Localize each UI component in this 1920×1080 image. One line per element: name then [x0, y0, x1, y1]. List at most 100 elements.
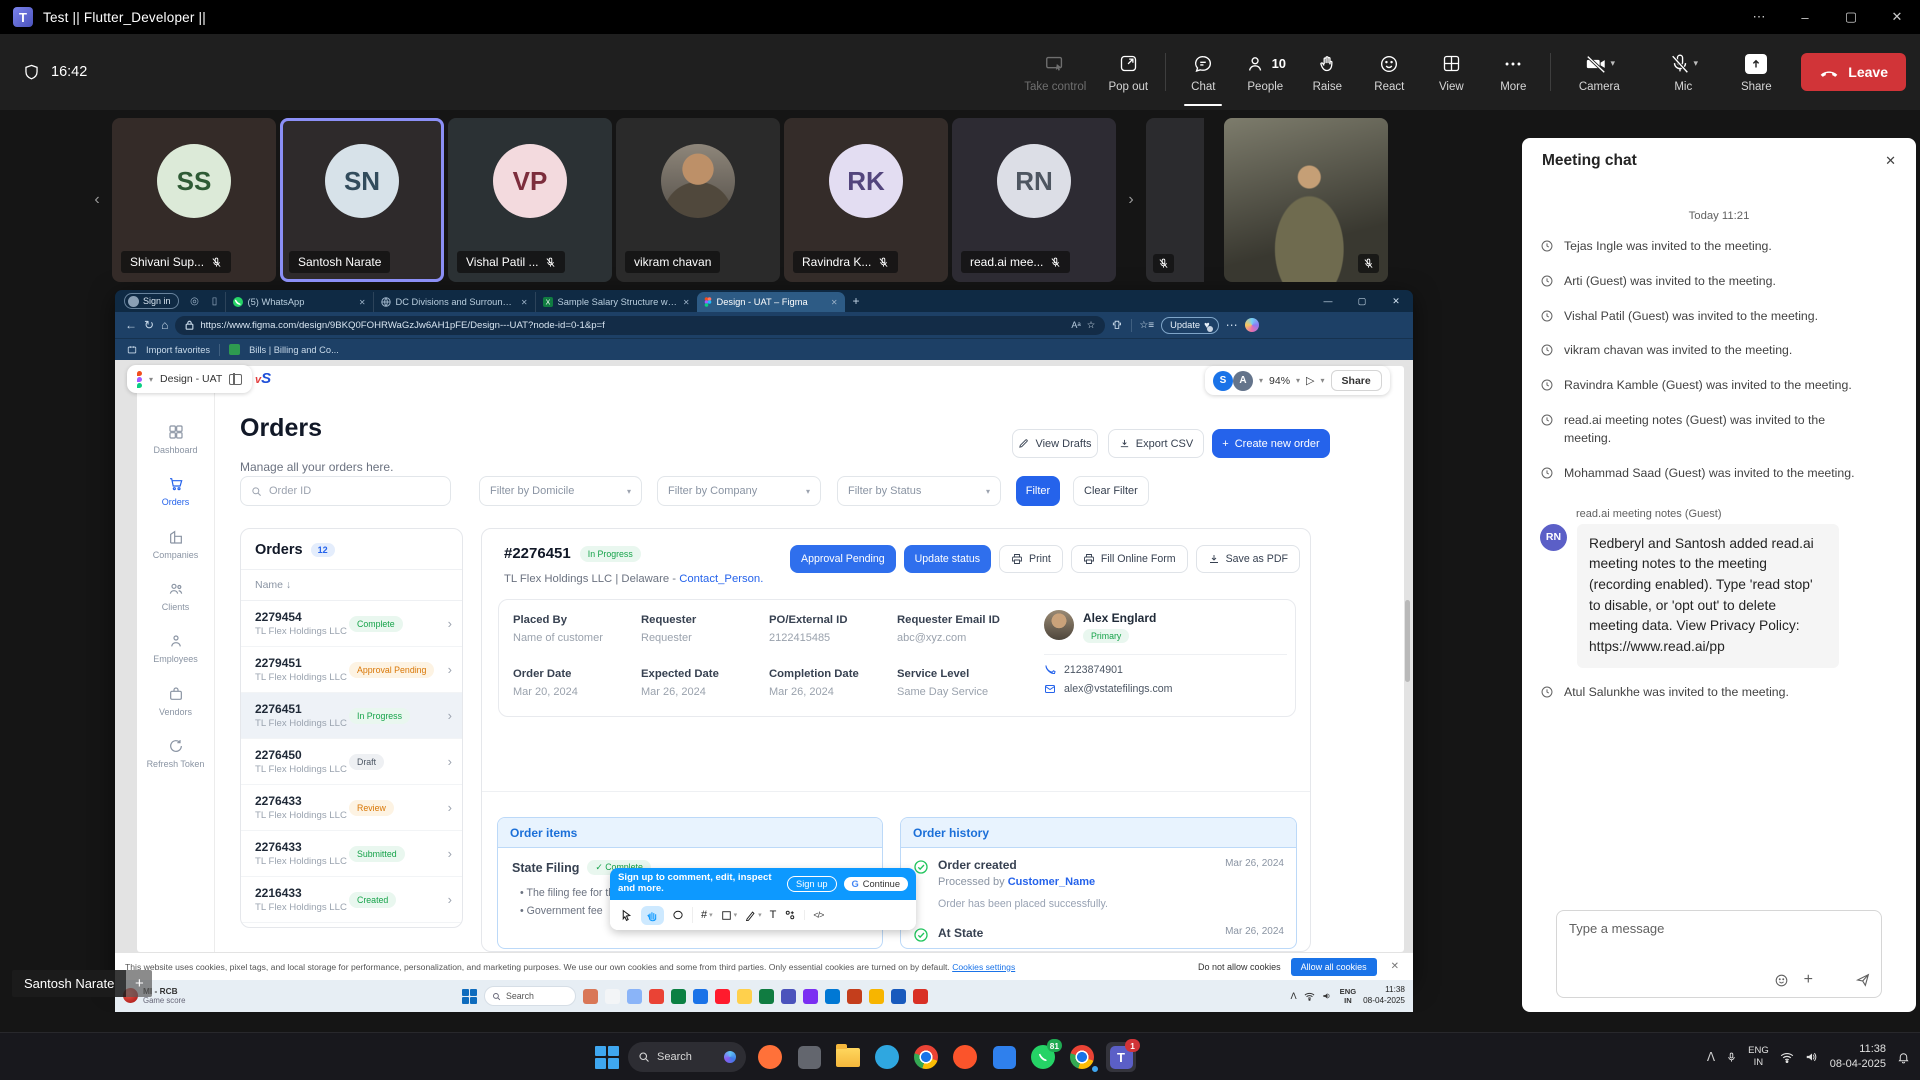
tab-close-icon[interactable]: ✕: [359, 298, 366, 307]
chrome-profile-taskbar-icon[interactable]: [1067, 1042, 1097, 1072]
shape-tool-icon[interactable]: ▾: [721, 910, 738, 921]
fill-online-form-button[interactable]: Fill Online Form: [1071, 545, 1188, 573]
participant-tile[interactable]: vikram chavan: [616, 118, 780, 282]
windows-start-button[interactable]: [594, 1045, 619, 1070]
mic-button[interactable]: ▾ Mic: [1641, 34, 1725, 110]
sidebar-item-dashboard[interactable]: Dashboard: [140, 424, 212, 455]
browser-tab-dc-divisions[interactable]: DC Divisions and Surroundings✕: [373, 292, 535, 312]
update-status-button[interactable]: Update status: [904, 545, 991, 573]
volume-icon[interactable]: [1805, 1051, 1819, 1063]
language-indicator[interactable]: ENGIN: [1748, 1045, 1769, 1069]
taskbar-app-icon[interactable]: [605, 989, 620, 1004]
firefox-taskbar-icon[interactable]: [755, 1042, 785, 1072]
deny-cookies-button[interactable]: Do not allow cookies: [1198, 962, 1281, 972]
gray-app-taskbar-icon[interactable]: [794, 1042, 824, 1072]
take-control-button[interactable]: Take control: [1013, 34, 1097, 110]
order-list-row[interactable]: 2276433 TL Flex Holdings LLC Review ›: [241, 785, 462, 831]
browser-close-button[interactable]: ✕: [1379, 296, 1413, 307]
present-chevron-icon[interactable]: ▾: [1321, 376, 1325, 385]
participant-tile-partial[interactable]: [1146, 118, 1204, 282]
react-button[interactable]: React: [1358, 34, 1420, 110]
taskbar-app-icon[interactable]: [891, 989, 906, 1004]
mic-in-use-icon[interactable]: [1726, 1051, 1737, 1064]
order-list-row[interactable]: 2216433 TL Flex Holdings LLC Created ›: [241, 877, 462, 923]
new-tab-button[interactable]: +: [853, 294, 860, 308]
share-button[interactable]: Share: [1725, 34, 1787, 110]
figma-menu-chevron-icon[interactable]: ▾: [149, 375, 153, 384]
filter-button[interactable]: Filter: [1016, 476, 1060, 506]
tab-close-icon[interactable]: ✕: [831, 298, 838, 307]
tray-chevron-icon[interactable]: ᐱ: [1290, 991, 1296, 1002]
brave-taskbar-icon[interactable]: [950, 1042, 980, 1072]
camera-button[interactable]: ▾ Camera: [1557, 34, 1641, 110]
order-list-row[interactable]: 2276433 TL Flex Holdings LLC Submitted ›: [241, 831, 462, 877]
order-list-row[interactable]: 2276450 TL Flex Holdings LLC Draft ›: [241, 739, 462, 785]
browser-restore-button[interactable]: ▢: [1345, 296, 1379, 307]
file-explorer-taskbar-icon[interactable]: [833, 1042, 863, 1072]
system-clock[interactable]: 11:3808-04-2025: [1830, 1042, 1886, 1073]
taskbar-app-icon[interactable]: [649, 989, 664, 1004]
figma-signup-button[interactable]: Sign up: [787, 876, 837, 892]
chat-message-input[interactable]: [1569, 921, 1869, 936]
comment-tool-icon[interactable]: [672, 909, 684, 921]
move-tool-icon[interactable]: [620, 909, 633, 922]
participant-tile[interactable]: RKRavindra K...: [784, 118, 948, 282]
home-icon[interactable]: ⌂: [161, 318, 168, 332]
present-icon[interactable]: ▷: [1306, 374, 1314, 387]
order-list-row[interactable]: 2279454 TL Flex Holdings LLC Complete ›: [241, 601, 462, 647]
contact-phone-row[interactable]: 2123874901: [1044, 664, 1287, 676]
layout-grid-icon[interactable]: [229, 374, 242, 385]
order-id-search-input[interactable]: Order ID: [240, 476, 451, 506]
collaborators-chevron-icon[interactable]: ▾: [1259, 376, 1263, 385]
collaborator-avatar[interactable]: S: [1213, 371, 1233, 391]
sidebar-item-employees[interactable]: Employees: [140, 633, 212, 664]
windows-start-icon[interactable]: [462, 989, 477, 1004]
tiles-next-icon[interactable]: ›: [1120, 118, 1142, 282]
blue-app-taskbar-icon[interactable]: [989, 1042, 1019, 1072]
resources-tool-icon[interactable]: [784, 909, 796, 921]
tab-close-icon[interactable]: ✕: [683, 298, 690, 307]
zoom-chevron-icon[interactable]: ▾: [1296, 376, 1300, 385]
browser-menu-icon[interactable]: ⋯: [1226, 318, 1238, 332]
whatsapp-taskbar-icon[interactable]: 81: [1028, 1042, 1058, 1072]
favorites-list-icon[interactable]: ☆≡: [1139, 320, 1154, 331]
participant-tile[interactable]: VPVishal Patil ...: [448, 118, 612, 282]
sidebar-item-companies[interactable]: Companies: [140, 529, 212, 560]
cookies-settings-link[interactable]: Cookies settings: [952, 962, 1015, 972]
self-video-tile[interactable]: [1224, 118, 1388, 282]
hidden-icons-chevron[interactable]: ᐱ: [1707, 1050, 1715, 1064]
leave-button[interactable]: Leave: [1801, 53, 1906, 91]
browser-tab-whatsapp[interactable]: (5) WhatsApp✕: [225, 292, 373, 312]
order-list-row[interactable]: 2276451 TL Flex Holdings LLC In Progress…: [241, 693, 462, 739]
participant-tile[interactable]: SSShivani Sup...: [112, 118, 276, 282]
pen-tool-icon[interactable]: ▾: [745, 910, 762, 921]
taskbar-app-icon[interactable]: [759, 989, 774, 1004]
taskbar-app-icon[interactable]: [825, 989, 840, 1004]
workspaces-icon[interactable]: ◎: [188, 294, 202, 308]
print-button[interactable]: Print: [999, 545, 1063, 573]
taskbar-app-icon[interactable]: [781, 989, 796, 1004]
taskbar-app-icon[interactable]: [583, 989, 598, 1004]
save-as-pdf-button[interactable]: Save as PDF: [1196, 545, 1300, 573]
chat-close-icon[interactable]: ✕: [1885, 153, 1896, 169]
people-button[interactable]: 10 People: [1234, 34, 1296, 110]
frame-tool-icon[interactable]: #▾: [701, 909, 713, 921]
contact-email-row[interactable]: alex@vstatefilings.com: [1044, 683, 1287, 695]
taskbar-app-icon[interactable]: [627, 989, 642, 1004]
chat-compose-box[interactable]: +: [1556, 910, 1882, 998]
browser-update-button[interactable]: Update ♥: [1161, 317, 1219, 334]
sidebar-item-orders[interactable]: Orders: [140, 476, 212, 507]
name-column-header[interactable]: Name ↓: [241, 570, 462, 601]
raise-hand-button[interactable]: Raise: [1296, 34, 1358, 110]
browser-signin-button[interactable]: Sign in: [124, 293, 179, 309]
allow-cookies-button[interactable]: Allow all cookies: [1291, 958, 1377, 976]
chat-toggle-button[interactable]: Chat: [1172, 34, 1234, 110]
participant-tile[interactable]: SNSantosh Narate: [280, 118, 444, 282]
shared-language-indicator[interactable]: ENGIN: [1340, 987, 1356, 1006]
import-favorites-link[interactable]: Import favorites: [146, 345, 210, 355]
copilot-icon[interactable]: [1245, 318, 1259, 332]
extensions-icon[interactable]: [1112, 319, 1124, 331]
browser-tab-excel[interactable]: X Sample Salary Structure with calc✕: [535, 292, 697, 312]
window-close-button[interactable]: ✕: [1874, 0, 1920, 34]
view-drafts-button[interactable]: View Drafts: [1012, 429, 1098, 458]
